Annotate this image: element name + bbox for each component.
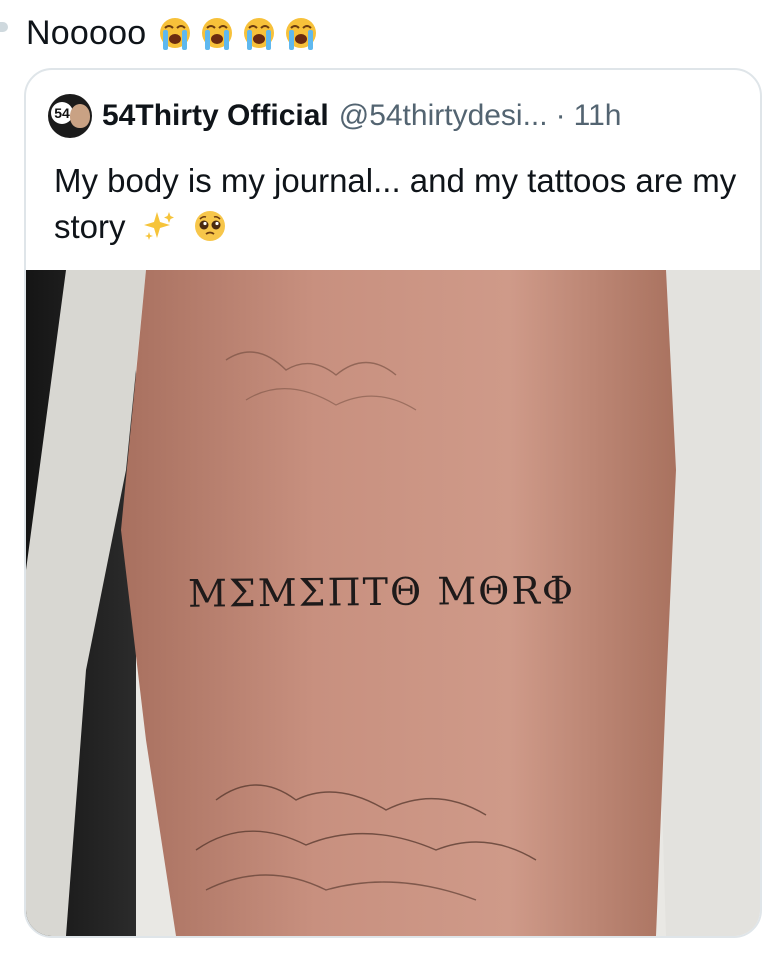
reply-thread-line: [0, 22, 8, 32]
loudly-crying-face-icon: [282, 14, 320, 52]
pleading-face-icon: [192, 208, 228, 244]
loudly-crying-face-icon: [240, 14, 278, 52]
tattoo-text: ΜΣΜΣΠΤΘ ΜΘRΦ: [187, 568, 576, 616]
avatar[interactable]: 54: [48, 94, 92, 138]
emoji-row: [156, 14, 320, 52]
sparkles-icon: [141, 208, 177, 244]
separator-dot: ·: [555, 99, 566, 132]
loudly-crying-face-icon: [156, 14, 194, 52]
timestamp[interactable]: 11h: [574, 99, 622, 133]
tweet-screenshot: Nooooo 54 54Thirty Official @54thirtydes…: [0, 0, 784, 960]
quoted-tweet-header: 54 54Thirty Official @54thirtydesi... · …: [48, 94, 621, 138]
quoted-tweet-text-block: My body is my journal... and my tattoos …: [54, 158, 744, 250]
tattoo-photo[interactable]: ΜΣΜΣΠΤΘ ΜΘRΦ: [26, 270, 760, 936]
post-text-row: Nooooo: [26, 8, 320, 58]
display-name[interactable]: 54Thirty Official: [102, 99, 329, 133]
user-handle[interactable]: @54thirtydesi...: [339, 99, 548, 133]
loudly-crying-face-icon: [198, 14, 236, 52]
avatar-face: [70, 104, 90, 128]
quoted-tweet-card[interactable]: 54 54Thirty Official @54thirtydesi... · …: [24, 68, 762, 938]
post-text: Nooooo: [26, 13, 147, 52]
